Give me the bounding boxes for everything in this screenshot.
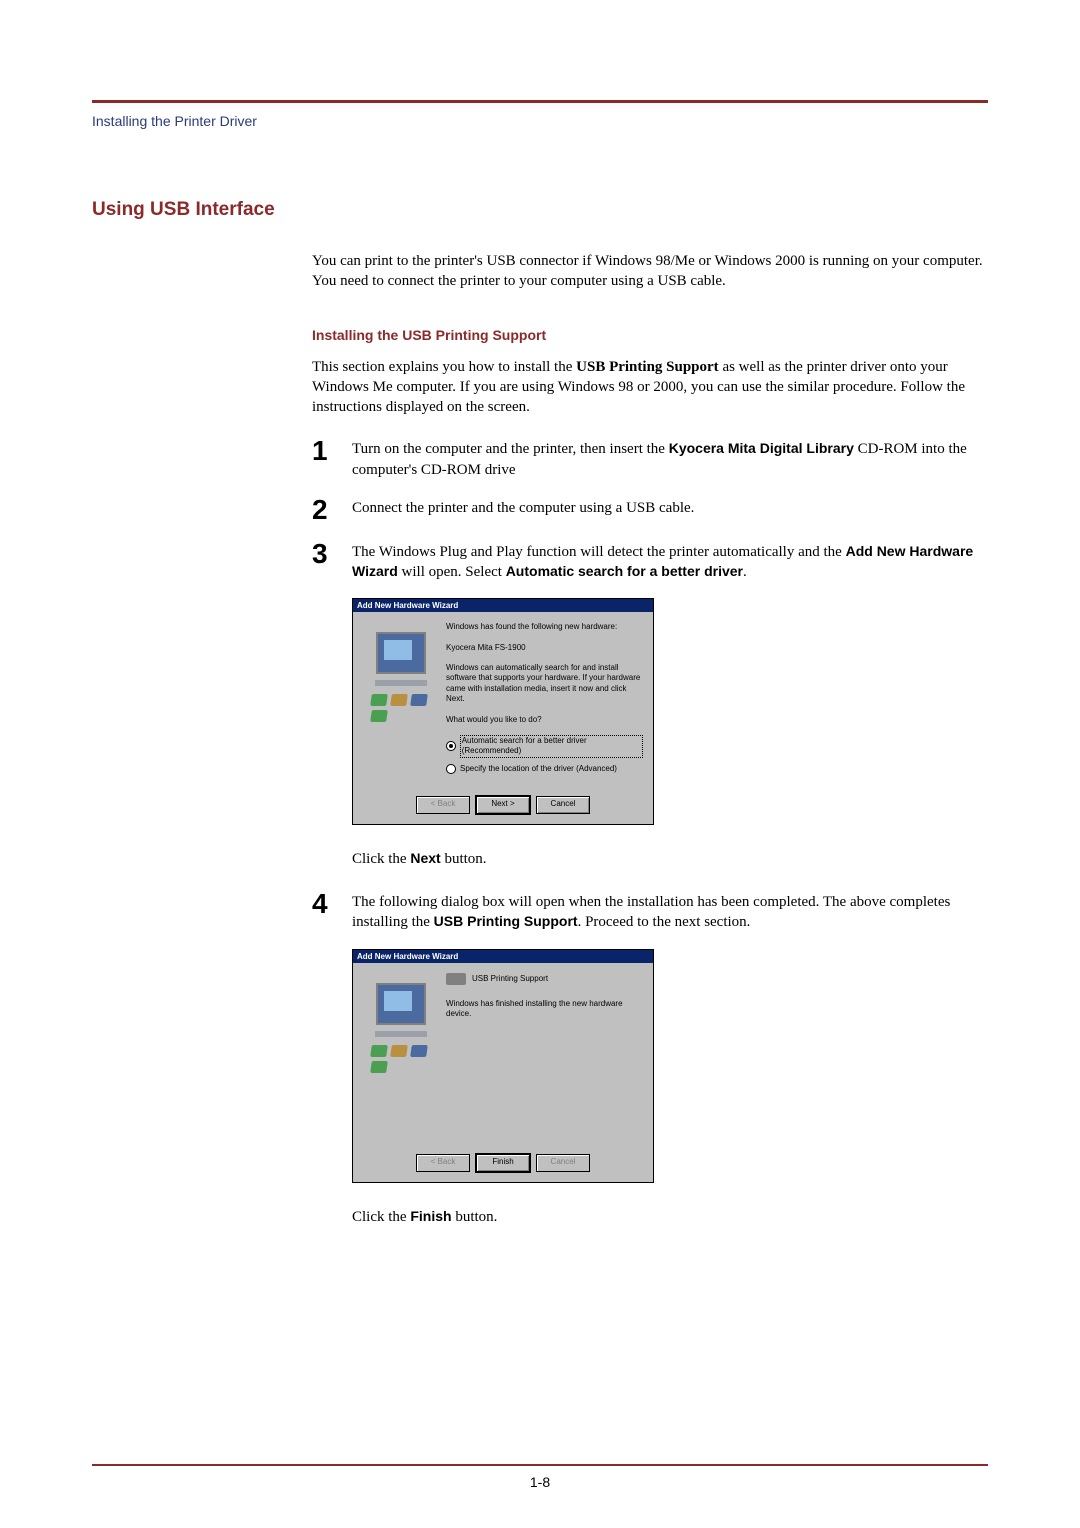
monitor-icon	[376, 983, 426, 1025]
radio-icon	[446, 764, 456, 774]
intro-paragraph: You can print to the printer's USB conne…	[312, 251, 988, 292]
back-button: < Back	[416, 796, 470, 814]
back-button: < Back	[416, 1154, 470, 1172]
disk-icon	[410, 694, 428, 706]
step-number: 4	[312, 890, 352, 918]
disk-icon	[370, 1045, 388, 1057]
text: will open. Select	[398, 564, 506, 580]
text: button.	[452, 1209, 498, 1225]
content-column: You can print to the printer's USB conne…	[312, 251, 988, 1226]
page: Installing the Printer Driver Using USB …	[0, 0, 1080, 1528]
dialog-body: Windows has found the following new hard…	[353, 612, 653, 788]
radio-option-auto[interactable]: Automatic search for a better driver (Re…	[446, 735, 643, 758]
dialog-body: USB Printing Support Windows has finishe…	[353, 963, 653, 1146]
cancel-button: Cancel	[536, 1154, 590, 1172]
text: Click the	[352, 851, 410, 867]
bold-text: Kyocera Mita Digital Library	[669, 440, 854, 456]
wizard-dialog-2: Add New Hardware Wizard USB Printing Sup…	[352, 949, 654, 1183]
dialog-footer: < Back Finish Cancel	[353, 1146, 653, 1182]
radio-label: Automatic search for a better driver (Re…	[460, 735, 643, 758]
usb-device-icon	[446, 973, 466, 985]
step-1: 1 Turn on the computer and the printer, …	[312, 437, 988, 480]
breadcrumb: Installing the Printer Driver	[92, 113, 988, 129]
wizard-dialog-1: Add New Hardware Wizard Windows has foun…	[352, 598, 654, 825]
dialog-prompt: What would you like to do?	[446, 715, 643, 725]
step-number: 2	[312, 496, 352, 524]
disk-icon	[390, 694, 408, 706]
step-text: The Windows Plug and Play function will …	[352, 542, 988, 583]
disk-icon	[370, 710, 388, 722]
dialog-text: Windows has finished installing the new …	[446, 999, 643, 1020]
click-next-instruction: Click the Next button.	[352, 850, 988, 868]
dialog-title: Add New Hardware Wizard	[353, 599, 653, 612]
monitor-base-icon	[375, 680, 427, 686]
step-text: Turn on the computer and the printer, th…	[352, 439, 988, 480]
radio-label: Specify the location of the driver (Adva…	[460, 764, 617, 774]
top-rule	[92, 100, 988, 103]
step-text: Connect the printer and the computer usi…	[352, 498, 694, 518]
disk-icon	[410, 1045, 428, 1057]
step-text: The following dialog box will open when …	[352, 892, 988, 933]
step-number: 1	[312, 437, 352, 465]
bold-text: Automatic search for a better driver	[506, 563, 743, 579]
disks-icon-group	[371, 694, 431, 722]
page-number: 1-8	[0, 1474, 1080, 1490]
next-button[interactable]: Next >	[476, 796, 530, 814]
bold-text: Next	[410, 850, 440, 866]
dialog-content: Windows has found the following new hard…	[446, 622, 643, 780]
sub-heading: Installing the USB Printing Support	[312, 327, 988, 343]
radio-option-specify[interactable]: Specify the location of the driver (Adva…	[446, 764, 643, 774]
monitor-icon	[376, 632, 426, 674]
dialog-title: Add New Hardware Wizard	[353, 950, 653, 963]
disks-icon-group	[371, 1045, 431, 1073]
text: . Proceed to the next section.	[578, 914, 751, 930]
section-heading: Using USB Interface	[92, 199, 988, 221]
step-number: 3	[312, 540, 352, 568]
disk-icon	[370, 1061, 388, 1073]
disk-icon	[390, 1045, 408, 1057]
text: .	[743, 564, 747, 580]
cancel-button[interactable]: Cancel	[536, 796, 590, 814]
text: Turn on the computer and the printer, th…	[352, 441, 669, 457]
monitor-base-icon	[375, 1031, 427, 1037]
text: This section explains you how to install…	[312, 359, 576, 375]
text: The Windows Plug and Play function will …	[352, 544, 846, 560]
radio-icon	[446, 741, 456, 751]
device-name: USB Printing Support	[472, 974, 548, 983]
dialog-content: USB Printing Support Windows has finishe…	[446, 973, 643, 1138]
device-row: USB Printing Support	[446, 973, 643, 985]
step-4: 4 The following dialog box will open whe…	[312, 890, 988, 933]
click-finish-instruction: Click the Finish button.	[352, 1208, 988, 1226]
bottom-rule	[92, 1464, 988, 1466]
sub-intro-paragraph: This section explains you how to install…	[312, 357, 988, 418]
device-name: Kyocera Mita FS-1900	[446, 643, 643, 653]
bold-text: USB Printing Support	[576, 359, 719, 375]
text: Click the	[352, 1209, 410, 1225]
dialog-footer: < Back Next > Cancel	[353, 788, 653, 824]
bold-text: USB Printing Support	[434, 913, 578, 929]
wizard-graphic	[363, 973, 438, 1138]
text: button.	[441, 851, 487, 867]
bold-text: Finish	[410, 1208, 451, 1224]
dialog-text: Windows can automatically search for and…	[446, 663, 643, 705]
step-2: 2 Connect the printer and the computer u…	[312, 496, 988, 524]
wizard-graphic	[363, 622, 438, 780]
disk-icon	[370, 694, 388, 706]
dialog-text: Windows has found the following new hard…	[446, 622, 643, 632]
finish-button[interactable]: Finish	[476, 1154, 530, 1172]
step-3: 3 The Windows Plug and Play function wil…	[312, 540, 988, 583]
